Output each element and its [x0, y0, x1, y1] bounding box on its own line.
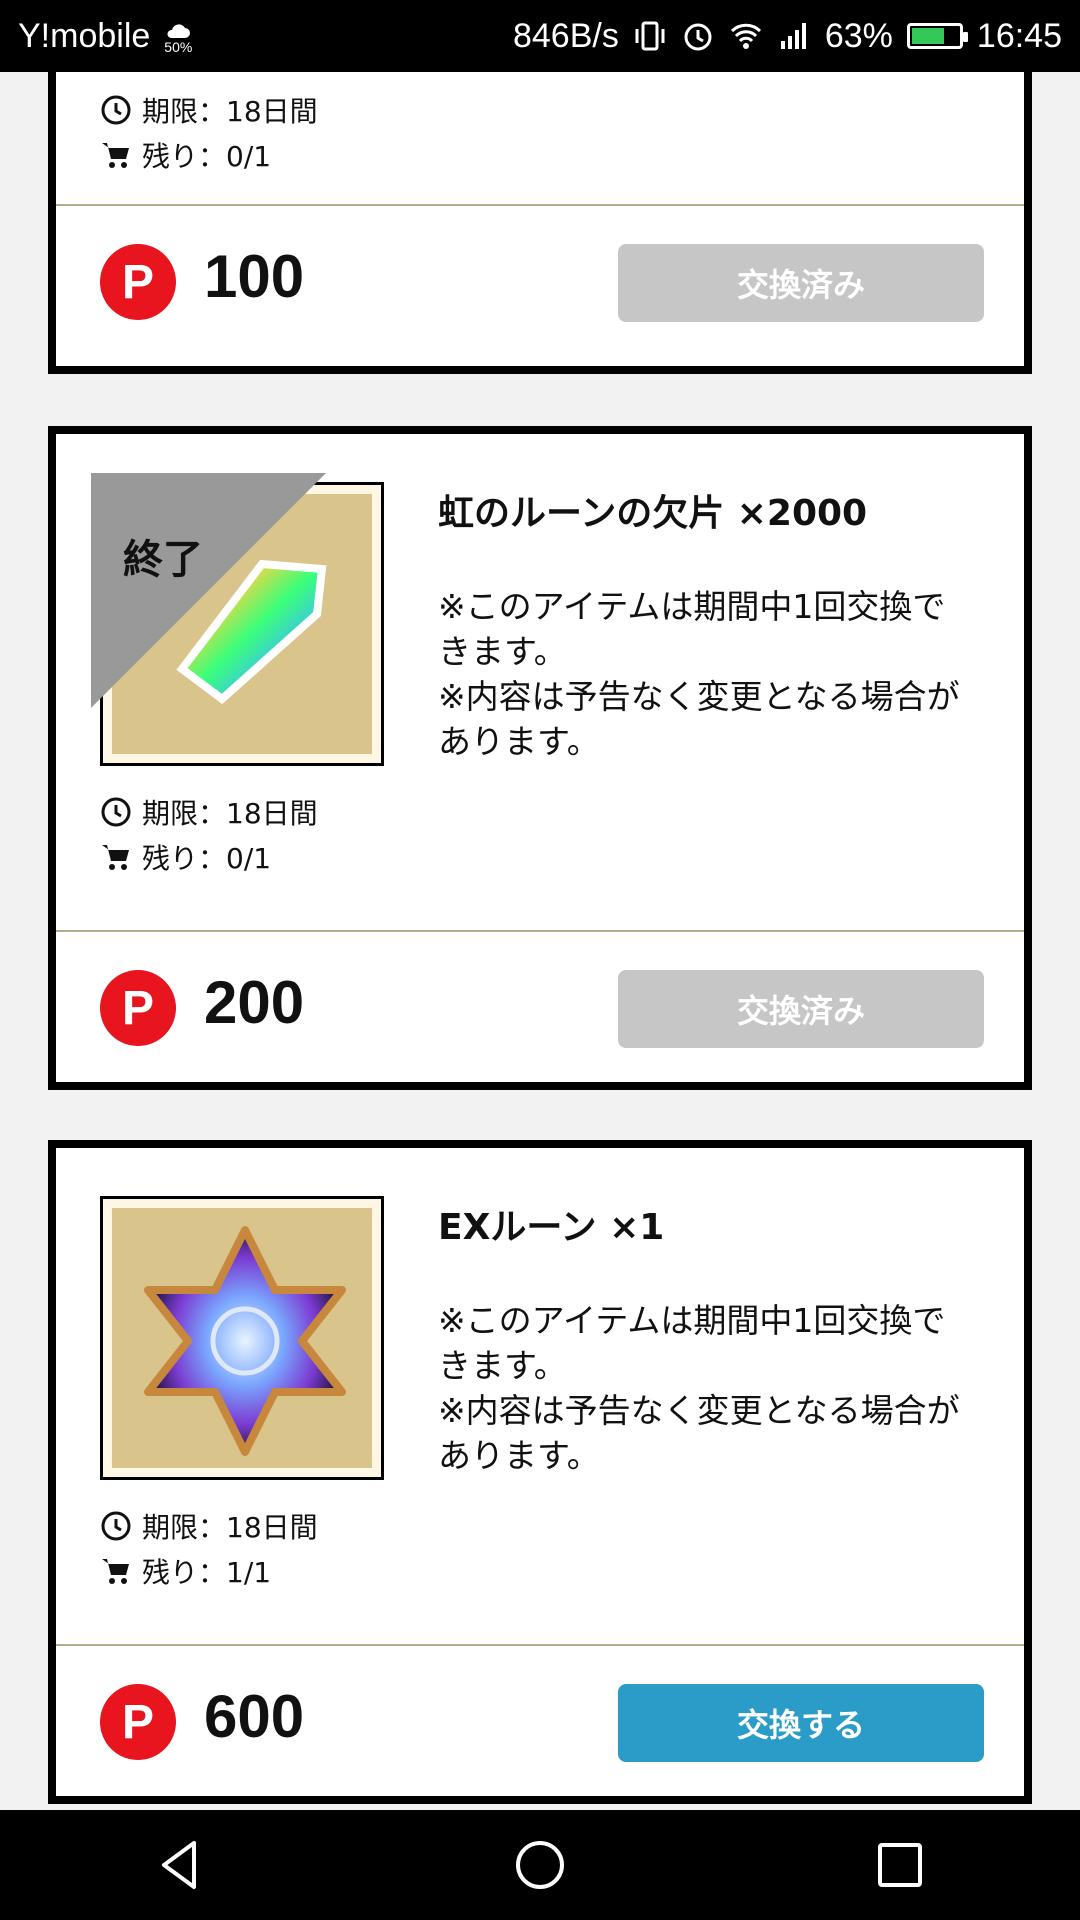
item-description: ※このアイテムは期間中1回交換できます。 ※内容は予告なく変更となる場合がありま…	[438, 587, 960, 761]
price-row: P 100 交換済み	[56, 206, 1024, 356]
clock-time: 16:45	[976, 16, 1062, 55]
exchange-card-partial: 期限：18日間 残り：0/1 P 100 交換済み	[48, 72, 1032, 374]
point-badge: P	[100, 1684, 176, 1760]
point-badge: P	[100, 244, 176, 320]
price-row: P 200 交換済み	[56, 932, 1024, 1082]
star-rune-icon	[144, 1226, 346, 1456]
price-value: 100	[204, 243, 305, 310]
clock-icon	[101, 797, 131, 827]
signal-icon	[780, 23, 806, 49]
exchange-list[interactable]: 期限：18日間 残り：0/1 P 100 交換済み 終了 虹のルーンの欠片 ×2…	[0, 72, 1080, 1810]
carrier-name: Y!mobile	[18, 16, 151, 55]
cart-icon	[102, 143, 129, 168]
exchange-button[interactable]: 交換する	[618, 1684, 984, 1762]
clock-icon	[101, 1511, 131, 1541]
wifi-icon	[730, 23, 761, 49]
cart-icon	[102, 1559, 129, 1584]
clock-icon	[101, 95, 131, 125]
period-row: 期限：18日間	[100, 792, 318, 832]
alarm-icon	[684, 23, 712, 51]
exchange-card-ex-rune: EXルーン ×1 ※このアイテムは期間中1回交換できます。 ※内容は予告なく変更…	[48, 1140, 1032, 1804]
recents-icon[interactable]	[870, 1835, 930, 1895]
remaining-row: 残り：1/1	[100, 1551, 271, 1591]
price-value: 200	[204, 969, 305, 1036]
navigation-bar	[0, 1810, 1080, 1920]
remaining-row: 残り：0/1	[100, 837, 271, 877]
back-icon[interactable]	[150, 1835, 210, 1895]
point-badge: P	[100, 970, 176, 1046]
exchanged-button[interactable]: 交換済み	[618, 244, 984, 322]
vibrate-icon	[635, 21, 665, 51]
item-description: ※このアイテムは期間中1回交換できます。 ※内容は予告なく変更となる場合がありま…	[438, 1301, 960, 1475]
battery-icon	[906, 23, 968, 49]
remaining-row: 残り：0/1	[100, 135, 271, 175]
period-row: 期限：18日間	[100, 90, 318, 130]
battery-percent: 63%	[824, 16, 893, 55]
price-value: 600	[204, 1683, 305, 1750]
status-bar: Y!mobile 50% 846B/s 63% 16:45	[0, 0, 1080, 72]
cloud-icon	[167, 24, 191, 38]
ended-label: 終了	[123, 537, 203, 583]
battery-saver-indicator: 50%	[164, 24, 192, 54]
period-row: 期限：18日間	[100, 1506, 318, 1546]
home-icon[interactable]	[510, 1835, 570, 1895]
item-thumbnail	[100, 1196, 384, 1480]
exchanged-button[interactable]: 交換済み	[618, 970, 984, 1048]
network-speed: 846B/s	[512, 16, 619, 55]
price-row: P 600 交換する	[56, 1646, 1024, 1796]
cart-icon	[102, 845, 129, 870]
item-title: EXルーン ×1	[438, 1207, 665, 1248]
exchange-card-rainbow-rune: 終了 虹のルーンの欠片 ×2000 ※このアイテムは期間中1回交換できます。 ※…	[48, 426, 1032, 1090]
item-thumbnail: 終了	[91, 473, 384, 766]
item-title: 虹のルーンの欠片 ×2000	[438, 493, 868, 534]
